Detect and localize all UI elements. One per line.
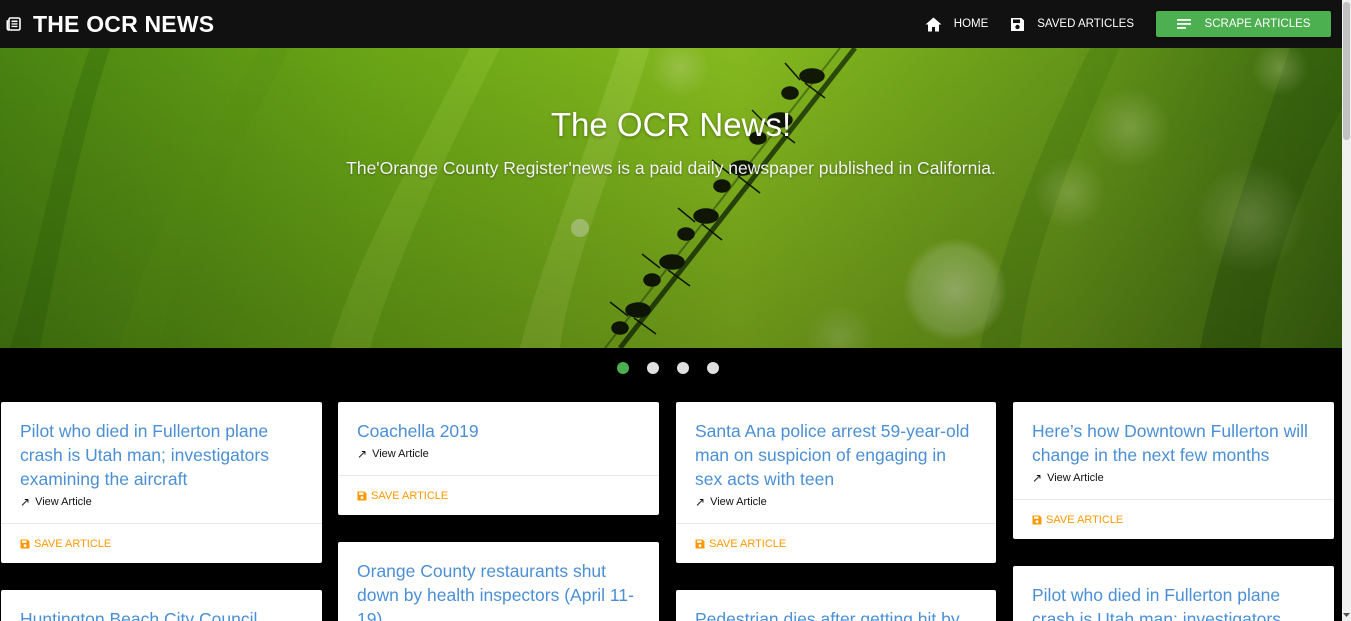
lines-icon [1176, 19, 1191, 29]
nav-home-label: HOME [953, 18, 989, 30]
article-card: Pilot who died in Fullerton plane crash … [1013, 566, 1334, 621]
scrape-articles-label: SCRAPE ARTICLES [1204, 18, 1311, 30]
carousel-indicator-4[interactable] [707, 362, 719, 374]
arrow-up-right-icon: ↗ [695, 495, 706, 509]
arrow-up-right-icon: ↗ [1032, 471, 1043, 485]
arrow-up-right-icon: ↗ [357, 447, 368, 461]
view-article-label: View Article [710, 496, 767, 508]
nav-home-link[interactable]: HOME [914, 0, 1000, 48]
floppy-disk-icon [357, 491, 367, 501]
brand-logo-link[interactable]: THE OCR NEWS [0, 0, 214, 48]
save-article-label: SAVE ARTICLE [709, 537, 787, 550]
view-article-label: View Article [372, 448, 429, 460]
view-article-label: View Article [1047, 472, 1104, 484]
floppy-disk-icon [20, 539, 30, 549]
view-article-label: View Article [35, 496, 92, 508]
floppy-disk-icon [1032, 515, 1042, 525]
article-card: Pilot who died in Fullerton plane crash … [1, 402, 322, 563]
article-title-link[interactable]: Coachella 2019 [357, 419, 640, 443]
top-navbar: THE OCR NEWS HOME SAVED ARTICLES SCRAPE … [0, 0, 1342, 48]
view-article-link[interactable]: ↗ View Article [1032, 471, 1315, 485]
newspaper-icon [5, 16, 21, 32]
brand-title: THE OCR NEWS [33, 10, 215, 37]
article-card: Santa Ana police arrest 59-year-old man … [676, 402, 996, 563]
hero-title: The OCR News! [550, 106, 792, 143]
article-title-link[interactable]: Santa Ana police arrest 59-year-old man … [695, 419, 977, 491]
article-card: Huntington Beach City Council [1, 590, 322, 621]
article-card: Here’s how Downtown Fullerton will chang… [1013, 402, 1334, 539]
article-card: Pedestrian dies after getting hit by [676, 590, 996, 621]
hero-subtitle: The'Orange County Register'news is a pai… [346, 158, 996, 178]
nav-menu: HOME SAVED ARTICLES SCRAPE ARTICLES [914, 0, 1331, 48]
nav-saved-label: SAVED ARTICLES [1037, 18, 1134, 30]
article-title-link[interactable]: Pilot who died in Fullerton plane crash … [20, 419, 303, 491]
carousel-indicator-1[interactable] [617, 362, 629, 374]
view-article-link[interactable]: ↗ View Article [695, 495, 977, 509]
scroll-down-arrow-icon[interactable] [1342, 613, 1351, 617]
carousel-indicators [0, 348, 1342, 392]
article-title-link[interactable]: Pilot who died in Fullerton plane crash … [1032, 583, 1315, 621]
view-article-link[interactable]: ↗ View Article [20, 495, 303, 509]
floppy-disk-icon [1010, 17, 1025, 32]
save-article-button[interactable]: SAVE ARTICLE [676, 523, 996, 563]
article-card: Coachella 2019 ↗ View Article SAVE ARTIC… [338, 402, 659, 515]
save-article-label: SAVE ARTICLE [1046, 513, 1124, 526]
floppy-disk-icon [695, 539, 705, 549]
page-scrollbar[interactable] [1342, 0, 1351, 621]
articles-grid: Pilot who died in Fullerton plane crash … [0, 392, 1342, 621]
save-article-button[interactable]: SAVE ARTICLE [1, 523, 322, 563]
save-article-label: SAVE ARTICLE [34, 537, 112, 550]
save-article-button[interactable]: SAVE ARTICLE [338, 475, 659, 515]
article-title-link[interactable]: Orange County restaurants shut down by h… [357, 559, 640, 621]
arrow-up-right-icon: ↗ [20, 495, 31, 509]
hero-carousel[interactable]: The OCR News! The'Orange County Register… [0, 48, 1342, 348]
save-article-label: SAVE ARTICLE [371, 489, 449, 502]
view-article-link[interactable]: ↗ View Article [357, 447, 640, 461]
scrollbar-thumb[interactable] [1343, 2, 1350, 140]
home-icon [925, 17, 942, 32]
article-title-link[interactable]: Here’s how Downtown Fullerton will chang… [1032, 419, 1315, 467]
hero-background-image [0, 48, 1342, 348]
carousel-indicator-2[interactable] [647, 362, 659, 374]
scrape-articles-button[interactable]: SCRAPE ARTICLES [1156, 11, 1331, 37]
article-card: Orange County restaurants shut down by h… [338, 542, 659, 621]
article-title-link[interactable]: Huntington Beach City Council [20, 607, 303, 621]
carousel-indicator-3[interactable] [677, 362, 689, 374]
nav-saved-articles-link[interactable]: SAVED ARTICLES [999, 0, 1145, 48]
save-article-button[interactable]: SAVE ARTICLE [1013, 499, 1334, 539]
article-title-link[interactable]: Pedestrian dies after getting hit by [695, 607, 977, 621]
